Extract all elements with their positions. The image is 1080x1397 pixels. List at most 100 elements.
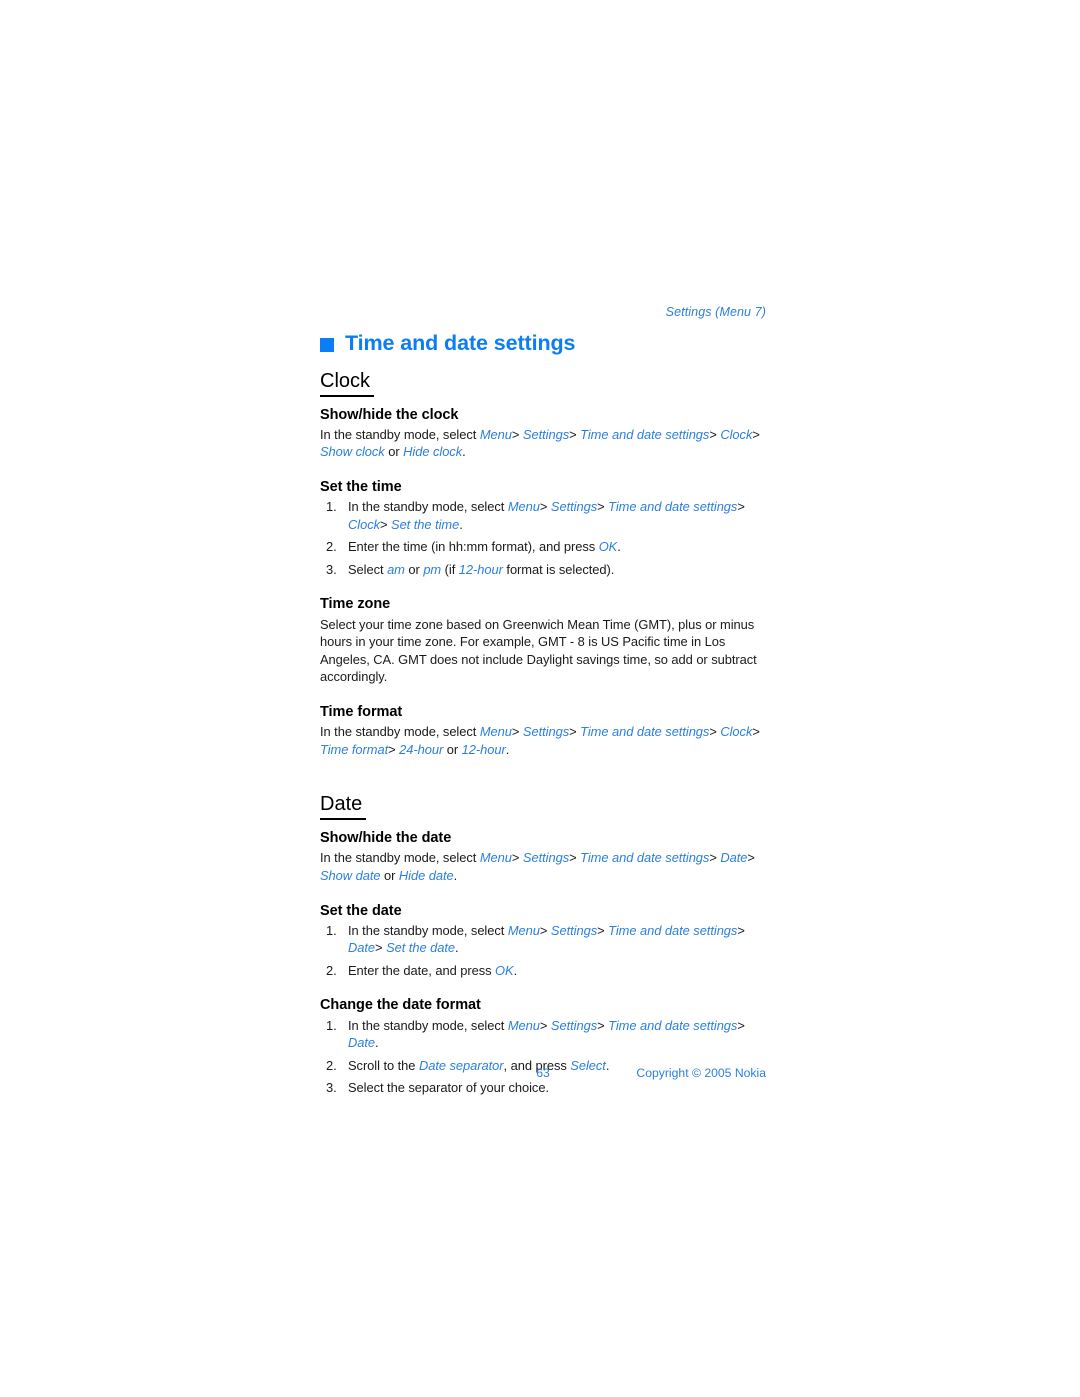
step-number: 1. bbox=[326, 499, 337, 515]
section-heading-clock: Clock bbox=[320, 370, 770, 397]
step-text: Enter the time (in hh:mm format), and pr… bbox=[348, 539, 599, 555]
body-or: or bbox=[443, 741, 462, 757]
section-heading-date: Date bbox=[320, 793, 770, 821]
ui-term-menu: Menu bbox=[479, 850, 512, 866]
ui-term-clock: Clock bbox=[720, 724, 753, 740]
ui-term-date: Date bbox=[720, 850, 748, 866]
subsection-show-hide-date: Show/hide the date In the standby mode, … bbox=[320, 829, 770, 884]
step-period: . bbox=[454, 940, 459, 956]
ui-term-settings: Settings bbox=[522, 426, 570, 442]
separator-gt: > bbox=[569, 724, 577, 740]
separator-gt: > bbox=[737, 1017, 745, 1033]
ui-term-12-hour: 12-hour bbox=[461, 741, 506, 757]
section-heading-clock-text: Clock bbox=[320, 370, 375, 397]
ui-term-settings: Settings bbox=[522, 724, 570, 740]
subsection-body: In the standby mode, select Menu > Settin… bbox=[320, 723, 770, 758]
body-period: . bbox=[453, 867, 458, 883]
step-number: 3. bbox=[326, 561, 337, 577]
ui-term-ok: OK bbox=[495, 962, 514, 978]
separator-gt: > bbox=[597, 1017, 605, 1033]
ui-term-time-and-date-settings: Time and date settings bbox=[608, 499, 738, 515]
ui-term-date: Date bbox=[348, 1035, 376, 1051]
separator-gt: > bbox=[709, 724, 717, 740]
separator-gt: > bbox=[709, 850, 717, 866]
step-number: 2. bbox=[326, 539, 337, 555]
running-header: Settings (Menu 7) bbox=[665, 305, 766, 319]
body-lead: In the standby mode, select bbox=[320, 724, 480, 740]
step-number: 1. bbox=[326, 922, 337, 938]
body-period: . bbox=[462, 444, 466, 460]
ui-term-show-clock: Show clock bbox=[320, 444, 385, 460]
chapter-title-text: Time and date settings bbox=[345, 331, 576, 355]
ui-term-24-hour: 24-hour bbox=[399, 741, 444, 757]
step-item: 1. In the standby mode, select Menu> Sett… bbox=[320, 1017, 770, 1052]
ui-term-settings: Settings bbox=[550, 1017, 598, 1033]
step-lead: In the standby mode, select bbox=[348, 1017, 508, 1033]
subsection-heading: Time zone bbox=[320, 596, 391, 613]
separator-gt: > bbox=[539, 1017, 548, 1033]
separator-gt: > bbox=[737, 922, 745, 938]
subsection-set-the-date: Set the date 1. In the standby mode, sele… bbox=[320, 902, 770, 980]
ui-term-show-date: Show date bbox=[320, 867, 381, 883]
separator-gt: > bbox=[379, 516, 388, 532]
ui-term-time-and-date-settings: Time and date settings bbox=[608, 922, 738, 938]
step-lead: In the standby mode, select bbox=[348, 922, 508, 938]
ui-term-time-and-date-settings: Time and date settings bbox=[608, 1017, 738, 1033]
separator-gt: > bbox=[752, 426, 760, 442]
ui-term-set-the-date: Set the date bbox=[386, 940, 455, 956]
separator-gt: > bbox=[709, 426, 717, 442]
page-footer: 63 Copyright © 2005 Nokia bbox=[320, 1066, 766, 1084]
ui-term-menu: Menu bbox=[507, 922, 540, 938]
ui-term-settings: Settings bbox=[550, 922, 598, 938]
ui-term-hide-clock: Hide clock bbox=[403, 444, 463, 460]
separator-gt: > bbox=[511, 850, 520, 866]
ui-term-menu: Menu bbox=[479, 426, 512, 442]
step-period: . bbox=[375, 1035, 379, 1051]
separator-gt: > bbox=[597, 922, 605, 938]
step-text: (if bbox=[441, 561, 459, 577]
separator-gt: > bbox=[569, 426, 577, 442]
separator-gt: > bbox=[539, 499, 548, 515]
ui-term-ok: OK bbox=[598, 539, 618, 555]
ui-term-time-and-date-settings: Time and date settings bbox=[580, 850, 710, 866]
body-or: or bbox=[380, 867, 399, 883]
subsection-body: In the standby mode, select Menu> Settin… bbox=[320, 849, 770, 884]
ui-term-settings: Settings bbox=[522, 850, 570, 866]
steps-list: 1. In the standby mode, select Menu> Sett… bbox=[320, 1017, 770, 1097]
ui-term-pm: pm bbox=[423, 561, 442, 577]
body-period: . bbox=[505, 741, 510, 757]
ui-term-menu: Menu bbox=[479, 724, 512, 740]
step-or: or bbox=[404, 561, 424, 577]
step-number: 2. bbox=[326, 962, 337, 978]
ui-term-clock: Clock bbox=[720, 426, 753, 442]
chapter-title: Time and date settings bbox=[320, 331, 770, 356]
ui-term-time-and-date-settings: Time and date settings bbox=[580, 426, 710, 442]
subsection-time-format: Time format In the standby mode, select … bbox=[320, 703, 770, 758]
page-content: Time and date settings Clock Show/hide t… bbox=[320, 331, 770, 1112]
steps-list: 1. In the standby mode, select Menu> Sett… bbox=[320, 498, 770, 578]
ui-term-settings: Settings bbox=[550, 499, 598, 515]
separator-gt: > bbox=[569, 850, 577, 866]
copyright-notice: Copyright © 2005 Nokia bbox=[636, 1066, 766, 1080]
separator-gt: > bbox=[737, 499, 745, 515]
body-or: or bbox=[384, 444, 404, 460]
steps-list: 1. In the standby mode, select Menu > Sett… bbox=[320, 922, 770, 980]
subsection-set-the-time: Set the time 1. In the standby mode, sele… bbox=[320, 478, 770, 579]
ui-term-am: am bbox=[387, 561, 405, 577]
step-item: 1. In the standby mode, select Menu > Sett… bbox=[320, 922, 770, 957]
ui-term-12-hour: 12-hour bbox=[458, 561, 503, 577]
separator-gt: > bbox=[375, 940, 383, 956]
separator-gt: > bbox=[511, 426, 520, 442]
subsection-heading: Change the date format bbox=[320, 997, 481, 1014]
subsection-body: In the standby mode, select Menu> Settin… bbox=[320, 426, 770, 461]
ui-term-set-the-time: Set the time bbox=[391, 516, 460, 532]
subsection-heading: Show/hide the date bbox=[320, 830, 452, 847]
step-lead: In the standby mode, select bbox=[348, 499, 508, 515]
section-heading-date-text: Date bbox=[320, 793, 367, 821]
separator-gt: > bbox=[747, 850, 755, 866]
step-item: 3. Select am or pm (if 12-hour format is … bbox=[320, 561, 770, 579]
ui-term-hide-date: Hide date bbox=[398, 867, 454, 883]
step-period: . bbox=[617, 539, 621, 555]
subsection-heading: Time format bbox=[320, 703, 403, 720]
